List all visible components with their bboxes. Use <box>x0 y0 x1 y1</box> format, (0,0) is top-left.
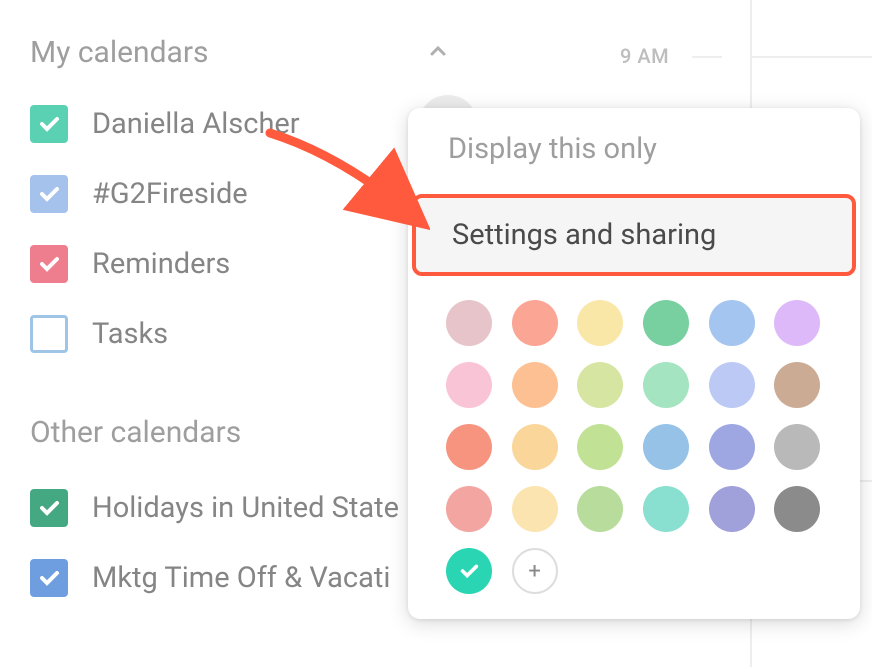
color-swatch[interactable] <box>446 362 492 408</box>
chevron-up-icon[interactable] <box>426 39 450 67</box>
color-swatch[interactable] <box>577 424 623 470</box>
color-swatch[interactable] <box>709 362 755 408</box>
display-this-only-item[interactable]: Display this only <box>408 108 860 190</box>
color-swatch[interactable] <box>446 424 492 470</box>
color-swatch[interactable] <box>577 486 623 532</box>
color-swatch[interactable] <box>643 362 689 408</box>
calendar-item-reminders[interactable]: Reminders <box>30 245 450 283</box>
color-swatch[interactable] <box>643 424 689 470</box>
color-swatch[interactable] <box>643 300 689 346</box>
other-calendars-title: Other calendars <box>30 415 241 450</box>
color-swatch[interactable] <box>512 486 558 532</box>
color-swatch[interactable] <box>577 362 623 408</box>
color-swatch[interactable] <box>446 300 492 346</box>
checkbox-checked-icon[interactable] <box>30 559 68 597</box>
color-swatch[interactable] <box>512 362 558 408</box>
checkbox-checked-icon[interactable] <box>30 489 68 527</box>
my-calendars-header[interactable]: My calendars <box>30 35 450 70</box>
calendar-item-tasks[interactable]: Tasks <box>30 315 450 353</box>
color-swatch[interactable] <box>446 486 492 532</box>
gridline <box>750 56 872 58</box>
calendar-label: Mktg Time Off & Vacati <box>92 561 390 595</box>
gridline <box>692 56 722 58</box>
color-picker-grid: + <box>408 280 860 594</box>
calendar-label: #G2Fireside <box>92 177 248 211</box>
color-swatch[interactable] <box>709 300 755 346</box>
time-label-9am: 9 AM <box>620 44 669 68</box>
calendar-item-daniella[interactable]: Daniella Alscher <box>30 105 450 143</box>
calendar-item-holidays[interactable]: Holidays in United State <box>30 489 450 527</box>
calendar-item-g2fireside[interactable]: #G2Fireside <box>30 175 450 213</box>
calendar-label: Daniella Alscher <box>92 107 300 141</box>
color-swatch[interactable] <box>709 486 755 532</box>
color-swatch[interactable] <box>774 300 820 346</box>
settings-and-sharing-item[interactable]: Settings and sharing <box>412 194 856 276</box>
calendar-sidebar: My calendars Daniella Alscher #G2Firesid… <box>30 35 450 629</box>
calendar-label: Holidays in United State <box>92 491 399 525</box>
checkbox-checked-icon[interactable] <box>30 175 68 213</box>
add-custom-color-button[interactable]: + <box>512 548 558 594</box>
color-swatch[interactable] <box>512 424 558 470</box>
color-swatch[interactable] <box>774 486 820 532</box>
calendar-options-popup: Display this only Settings and sharing + <box>408 108 860 619</box>
other-calendars-header[interactable]: Other calendars + <box>30 410 450 454</box>
color-swatch-selected[interactable] <box>446 548 492 594</box>
color-swatch[interactable] <box>643 486 689 532</box>
calendar-item-mktg[interactable]: Mktg Time Off & Vacati <box>30 559 450 597</box>
checkbox-checked-icon[interactable] <box>30 105 68 143</box>
calendar-label: Reminders <box>92 247 230 281</box>
color-swatch[interactable] <box>774 424 820 470</box>
color-swatch[interactable] <box>577 300 623 346</box>
color-swatch[interactable] <box>774 362 820 408</box>
my-calendars-title: My calendars <box>30 35 209 70</box>
checkbox-unchecked-icon[interactable] <box>30 315 68 353</box>
calendar-label: Tasks <box>92 317 168 351</box>
checkbox-checked-icon[interactable] <box>30 245 68 283</box>
color-swatch[interactable] <box>709 424 755 470</box>
color-swatch[interactable] <box>512 300 558 346</box>
